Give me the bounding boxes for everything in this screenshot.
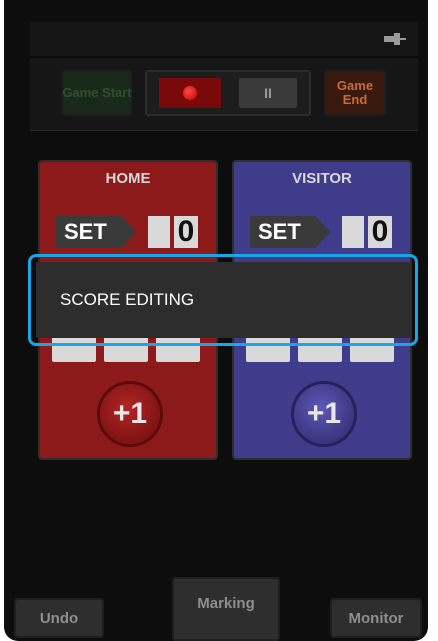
game-start-button[interactable]: Game Start <box>62 70 132 116</box>
home-set-value: 0 <box>174 215 198 248</box>
app-screen: Game Start II Game End HOME SET 0 +1 VIS… <box>4 0 428 641</box>
monitor-button[interactable]: Monitor <box>330 598 422 638</box>
record-button[interactable] <box>159 78 221 108</box>
home-team-name: HOME <box>105 170 151 187</box>
score-editing-label: SCORE EDITING <box>60 290 195 309</box>
top-control-panel: Game Start II Game End <box>30 58 418 131</box>
record-dot-icon <box>183 86 197 100</box>
undo-button[interactable]: Undo <box>14 598 104 638</box>
score-editing-popup: SCORE EDITING <box>28 254 418 346</box>
visitor-set-digit-tens <box>342 216 364 248</box>
pause-button[interactable]: II <box>239 78 297 108</box>
marking-button[interactable]: Marking <box>172 577 280 641</box>
score-editing-menu-item[interactable]: SCORE EDITING <box>36 262 410 338</box>
visitor-set-value: 0 <box>368 215 392 248</box>
home-plus-one-button[interactable]: +1 <box>100 384 160 444</box>
record-controls: II <box>145 70 311 116</box>
game-end-button[interactable]: Game End <box>324 70 386 116</box>
visitor-plus-one-button[interactable]: +1 <box>294 384 354 444</box>
status-bar <box>30 22 418 56</box>
home-set-row: SET 0 <box>56 212 206 252</box>
visitor-set-row: SET 0 <box>250 212 400 252</box>
visitor-team-name: VISITOR <box>292 170 352 187</box>
visitor-set-label: SET <box>250 216 330 248</box>
home-set-digit-tens <box>148 216 170 248</box>
home-set-label: SET <box>56 216 136 248</box>
plug-icon <box>384 33 406 45</box>
